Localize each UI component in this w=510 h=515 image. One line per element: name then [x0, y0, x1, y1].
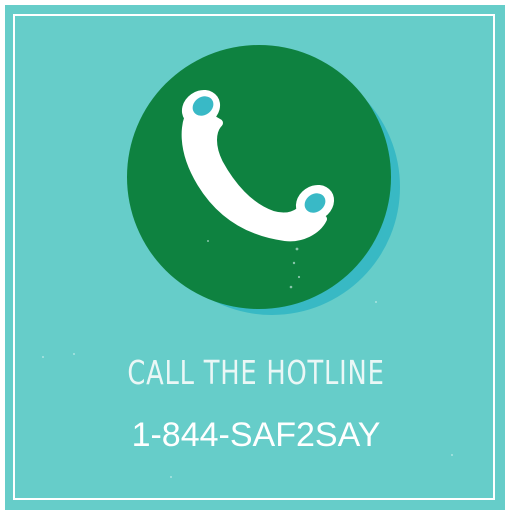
hotline-title: CALL THE HOTLINE: [127, 353, 385, 392]
hotline-card: CALL THE HOTLINE 1-844-SAF2SAY: [4, 4, 506, 511]
phone-circle: [127, 45, 391, 309]
hotline-phone-number[interactable]: 1-844-SAF2SAY: [5, 416, 505, 455]
